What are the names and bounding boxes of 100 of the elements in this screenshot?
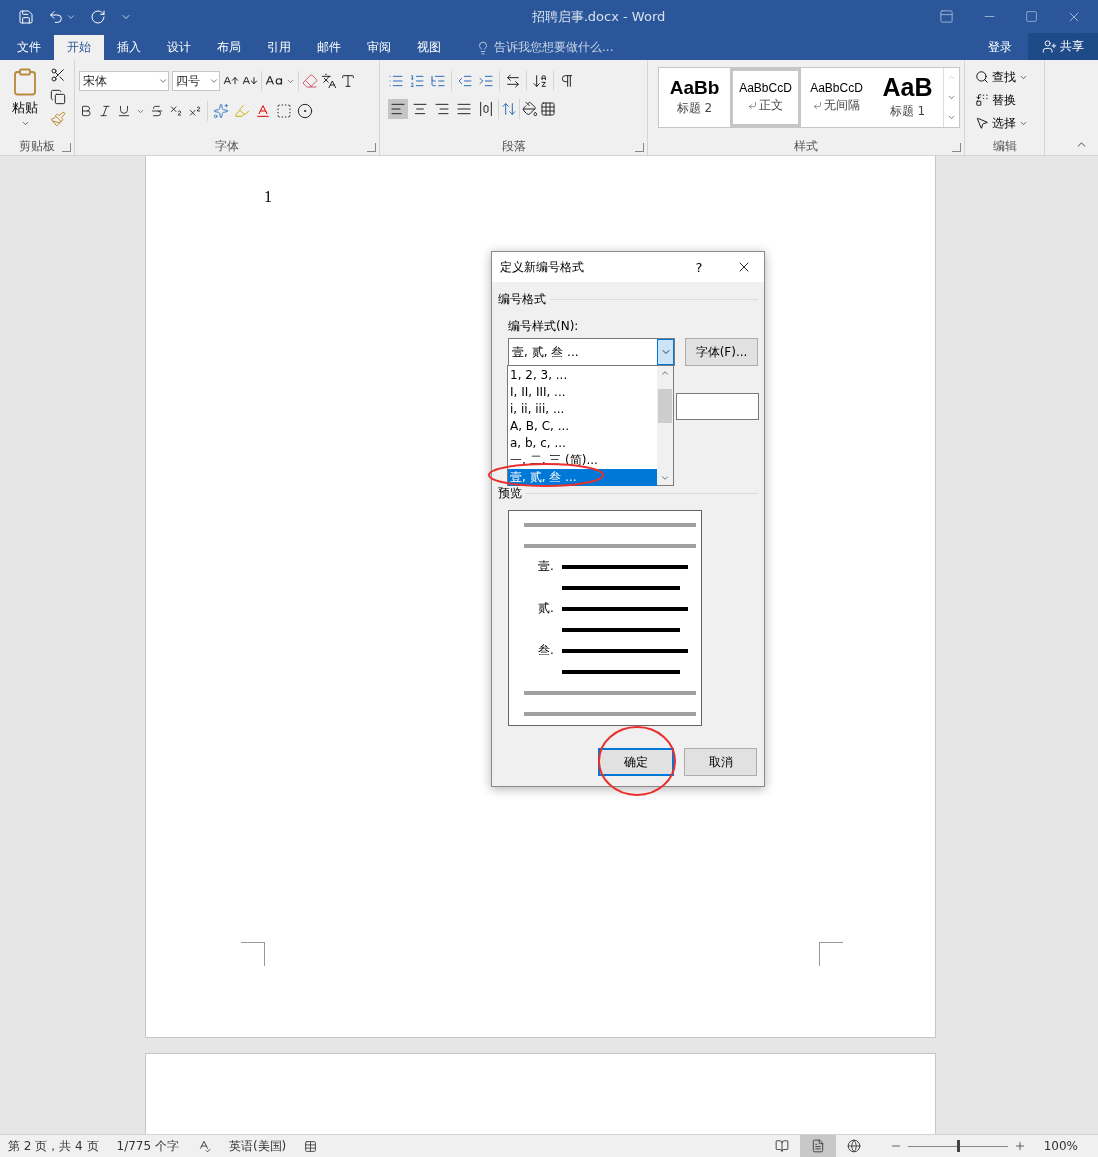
dropdown-option[interactable]: I, II, III, ... [508,384,657,401]
scissors-icon[interactable] [50,67,66,83]
ribbon-tab[interactable]: 引用 [254,35,304,60]
launcher-icon[interactable] [367,143,376,152]
zoom-in-icon[interactable] [1013,1140,1026,1152]
font-button[interactable]: 字体(F)... [685,338,758,366]
search-icon[interactable] [975,70,989,84]
web-layout-icon[interactable] [846,1139,861,1153]
launcher-icon[interactable] [62,143,71,152]
style-name: 无间隔 [824,96,860,114]
scroll-up-icon[interactable] [660,368,670,378]
input-field[interactable] [676,393,759,420]
paste-button[interactable]: 粘贴 [4,65,46,137]
user-icon[interactable] [1042,39,1057,54]
brush-icon[interactable] [50,111,66,127]
page-count[interactable]: 第 2 页，共 4 页 [8,1137,99,1155]
caret-icon[interactable] [20,119,30,128]
pointer-icon[interactable] [975,116,989,130]
phonetic-icon[interactable] [321,73,337,89]
save-icon[interactable] [18,8,34,25]
dropdown-option[interactable]: a, b, c, ... [508,435,657,452]
dropdown-option[interactable]: A, B, C, ... [508,418,657,435]
dropdown-option[interactable]: i, ii, iii, ... [508,401,657,418]
zoom-thumb[interactable] [956,1140,960,1152]
launcher-icon[interactable] [952,143,961,152]
ribbon-tab[interactable]: 邮件 [304,35,354,60]
preview-number: 贰. [538,600,555,617]
maximize-icon[interactable] [1025,10,1038,23]
scroll-down-icon[interactable] [947,93,956,102]
group-label: 样式 [794,137,818,155]
scroll-down-icon[interactable] [660,473,670,483]
section-heading: 编号格式 [498,290,546,308]
tell-me-field[interactable]: 告诉我您想要做什么... [470,35,620,60]
section-heading: 预览 [498,484,522,502]
style-item[interactable]: AaBbCcD 正文 [730,68,801,127]
strikethrough-icon[interactable] [150,104,164,118]
dropdown-option[interactable]: 壹, 贰, 叁 ... [508,469,657,486]
text-direction-icon[interactable] [505,73,521,89]
decrease-indent-icon[interactable] [457,73,473,89]
dropdown-option[interactable]: 1, 2, 3, ... [508,367,657,384]
font-size-field[interactable]: 四号 [172,71,220,91]
ribbon-tab[interactable]: 开始 [54,35,104,60]
dropdown-button[interactable] [657,339,674,365]
caret-icon[interactable] [209,76,219,86]
redo-icon[interactable] [90,8,106,25]
view-button[interactable] [799,1135,836,1157]
word-count[interactable]: 1/775 个字 [116,1137,179,1155]
underline-icon[interactable] [117,104,131,118]
undo-icon[interactable] [48,8,64,25]
editing-button[interactable]: 选择 [975,113,1028,133]
style-preview: AaBbCcD [739,81,792,94]
number-style-dropdown[interactable]: 壹, 贰, 叁 ... [508,338,675,366]
ribbon-tab[interactable]: 审阅 [354,35,404,60]
print-layout-icon[interactable] [810,1139,825,1153]
preview-number: 叁. [538,642,555,659]
caret-icon[interactable] [158,76,168,86]
bold-icon[interactable] [79,104,93,118]
text-effect-icon[interactable] [213,103,229,119]
group-label: 字体 [215,137,239,155]
sign-in-link[interactable]: 登录 [982,35,1018,60]
increase-indent-icon[interactable] [478,73,494,89]
paint-bucket-icon[interactable] [522,101,538,117]
style-preview: AaBb [669,78,720,97]
replace-icon[interactable] [975,93,989,107]
lightbulb-icon[interactable] [476,40,490,55]
font-color-icon[interactable] [255,103,271,119]
subscript-icon[interactable] [169,104,183,118]
macro-icon[interactable] [304,1139,318,1153]
font-name-field[interactable]: 宋体 [79,71,169,91]
paragraph-marks-icon[interactable] [559,73,575,89]
editing-button[interactable]: 替换 [975,90,1028,110]
line-spacing-icon[interactable] [501,101,517,117]
ribbon-tab[interactable]: 设计 [154,35,204,60]
zoom-level[interactable]: 100% [1043,1139,1078,1153]
editing-button[interactable]: 查找 [975,67,1028,87]
superscript-icon[interactable] [188,104,202,118]
language-label[interactable]: 英语(美国) [228,1137,287,1155]
italic-icon[interactable] [98,104,112,118]
sort-icon[interactable] [532,73,548,89]
multilevel-list-icon[interactable] [430,73,446,89]
paragraph-mark-icon [813,100,822,110]
ribbon-options-icon[interactable] [939,9,954,24]
bullets-icon[interactable] [388,73,404,89]
share-button[interactable]: 共享 [1028,33,1098,60]
style-name: 标题 2 [676,100,713,117]
ribbon-tab[interactable]: 插入 [104,35,154,60]
shading-icon[interactable] [276,103,292,119]
ok-button[interactable]: 确定 [598,748,674,776]
scrollbar[interactable] [657,366,673,485]
launcher-icon[interactable] [635,143,644,152]
numbering-icon[interactable] [409,73,425,89]
ribbon-tab[interactable]: 文件 [4,35,54,60]
ribbon-tab[interactable]: 视图 [404,35,454,60]
cancel-button[interactable]: 取消 [684,748,757,776]
borders-icon[interactable] [540,101,556,117]
help-button[interactable]: ? [684,258,714,276]
read-mode-icon[interactable] [774,1139,789,1153]
copy-icon[interactable] [50,89,66,105]
ribbon-tab[interactable]: 布局 [204,35,254,60]
field-label: 编号样式(N): [508,318,580,332]
